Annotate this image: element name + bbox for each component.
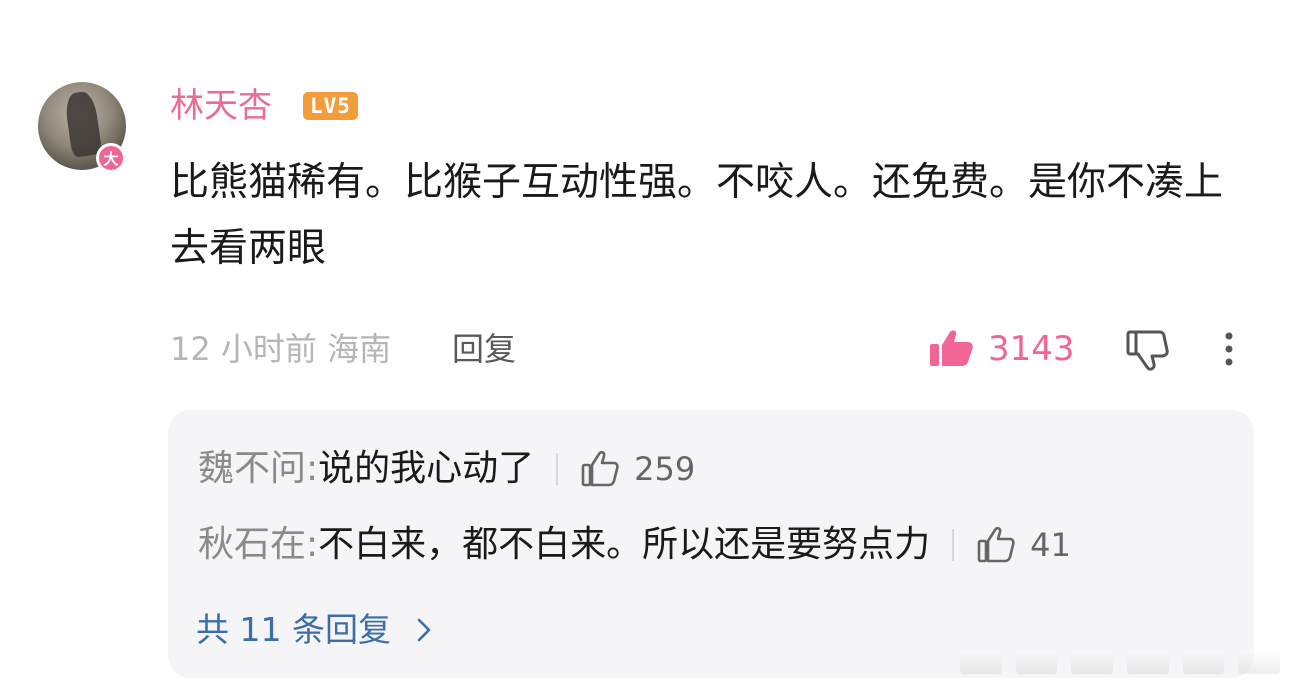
chevron-right-icon (417, 618, 431, 642)
reply-preview-box: 魏不问 : 说的我心动了 259 秋石在 : 不白来，都不白来。所以还是要努点力… (168, 410, 1254, 678)
more-vertical-icon[interactable] (1214, 330, 1244, 370)
username[interactable]: 林天杏 (170, 84, 272, 128)
watermark-block (1127, 650, 1169, 674)
avatar-badge: 大 (96, 143, 126, 173)
watermark-block (960, 650, 1002, 674)
level-badge: LV5 (303, 92, 358, 120)
comment-meta: 12 小时前 海南 (170, 330, 392, 368)
comment-page: 大 林天杏 LV5 比熊猫稀有。比猴子互动性强。不咬人。还免费。是你不凑上去看两… (0, 0, 1290, 692)
reply-button[interactable]: 回复 (452, 327, 516, 371)
watermark (960, 650, 1281, 674)
avatar-image (63, 90, 103, 158)
watermark-block (1182, 650, 1225, 674)
watermark-block (1015, 650, 1058, 674)
reply-author[interactable]: 秋石在 (198, 520, 306, 570)
divider (952, 529, 955, 561)
more-replies-label: 共 11 条回复 (196, 610, 391, 649)
view-more-replies-link[interactable]: 共 11 条回复 (196, 608, 439, 652)
reply-separator: : (306, 448, 319, 489)
reply-like-count: 41 (1030, 526, 1071, 564)
reply-text: 说的我心动了 (318, 448, 535, 489)
like-count: 3143 (988, 329, 1075, 369)
divider (556, 453, 559, 485)
thumbs-up-icon[interactable] (976, 525, 1016, 565)
reply-like-count: 259 (634, 450, 696, 488)
reply-item[interactable]: 魏不问 : 说的我心动了 259 (198, 444, 695, 494)
reply-item[interactable]: 秋石在 : 不白来，都不白来。所以还是要努点力 41 (198, 520, 1071, 570)
reply-author[interactable]: 魏不问 (198, 444, 306, 494)
reply-text: 不白来，都不白来。所以还是要努点力 (318, 524, 931, 565)
reply-separator: : (306, 524, 319, 565)
watermark-block (1238, 650, 1281, 674)
thumbs-down-icon[interactable] (1124, 328, 1170, 372)
comment-text: 比熊猫稀有。比猴子互动性强。不咬人。还免费。是你不凑上去看两眼 (170, 160, 1224, 271)
watermark-block (1071, 650, 1114, 674)
thumbs-up-icon[interactable] (928, 328, 974, 368)
thumbs-up-icon[interactable] (580, 449, 620, 489)
